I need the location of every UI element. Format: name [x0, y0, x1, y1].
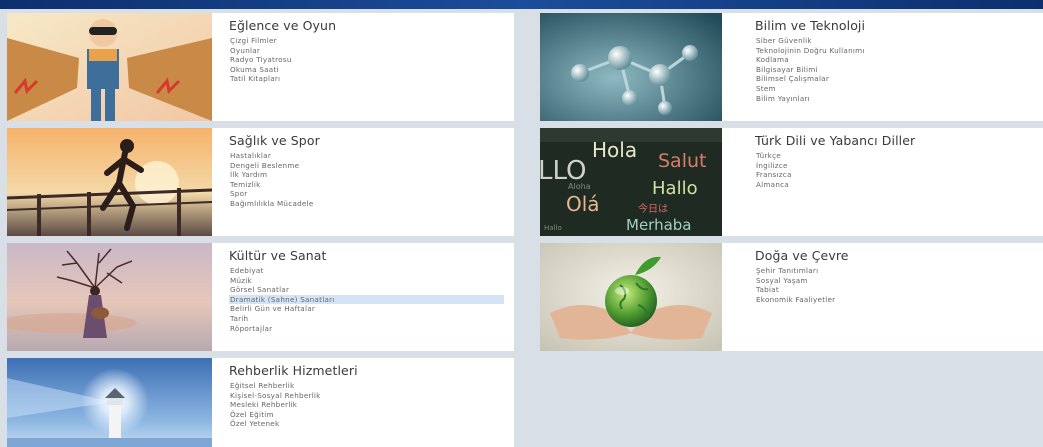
top-header-bar — [0, 0, 1043, 9]
category-link[interactable]: Teknolojinin Doğru Kullanımı — [755, 46, 1043, 56]
category-link[interactable]: Tarih — [229, 314, 506, 324]
category-link[interactable]: Okuma Saati — [229, 65, 506, 75]
greeting-words-image[interactable]: Hola Salut LLO Hallo Olá 今日は Merhaba Alo… — [540, 128, 722, 236]
category-link[interactable]: Röportajlar — [229, 324, 506, 334]
category-link-highlighted[interactable]: Dramatik (Sahne) Sanatları — [229, 294, 504, 305]
category-link[interactable]: Ekonomik Faaliyetler — [755, 295, 1043, 305]
greeting-word: Aloha — [568, 182, 591, 191]
category-card-rehberlik-hizmetleri[interactable]: Rehberlik Hizmetleri Eğitsel Rehberlik K… — [7, 358, 514, 447]
category-card-saglik-ve-spor[interactable]: Sağlık ve Spor Hastalıklar Dengeli Besle… — [7, 128, 514, 236]
category-title[interactable]: Eğlence ve Oyun — [229, 18, 506, 33]
category-link[interactable]: Kodlama — [755, 55, 1043, 65]
category-title[interactable]: Kültür ve Sanat — [229, 248, 506, 263]
category-link[interactable]: Fransızca — [755, 170, 1043, 180]
lighthouse-image[interactable] — [7, 358, 212, 447]
category-link[interactable]: Görsel Sanatlar — [229, 285, 506, 295]
category-link[interactable]: Spor — [229, 189, 506, 199]
category-title[interactable]: Doğa ve Çevre — [755, 248, 1043, 263]
category-link[interactable]: Siber Güvenlik — [755, 36, 1043, 46]
category-link[interactable]: Bilim Yayınları — [755, 94, 1043, 104]
category-link[interactable]: Özel Eğitim — [229, 410, 506, 420]
category-link[interactable]: Hastalıklar — [229, 151, 506, 161]
category-link[interactable]: Bağımlılıkla Mücadele — [229, 199, 506, 209]
category-link[interactable]: Bilimsel Çalışmalar — [755, 74, 1043, 84]
category-card-turk-dili-ve-yabanci-diller[interactable]: Hola Salut LLO Hallo Olá 今日は Merhaba Alo… — [540, 128, 1043, 236]
greeting-word: Hallo — [544, 224, 562, 232]
tree-woman-art-image[interactable] — [7, 243, 212, 351]
category-link[interactable]: Radyo Tiyatrosu — [229, 55, 506, 65]
runner-at-sunset-image[interactable] — [7, 128, 212, 236]
category-link[interactable]: Tatil Kitapları — [229, 74, 506, 84]
category-link[interactable]: Şehir Tanıtımları — [755, 266, 1043, 276]
category-link[interactable]: Müzik — [229, 276, 506, 286]
category-card-kultur-ve-sanat[interactable]: Kültür ve Sanat Edebiyat Müzik Görsel Sa… — [7, 243, 514, 351]
category-link[interactable]: Bilgisayar Bilimi — [755, 65, 1043, 75]
category-link[interactable]: Mesleki Rehberlik — [229, 400, 506, 410]
category-link[interactable]: İlk Yardım — [229, 170, 506, 180]
category-link[interactable]: Belirli Gün ve Haftalar — [229, 304, 506, 314]
category-link[interactable]: Türkçe — [755, 151, 1043, 161]
greeting-word: Olá — [566, 192, 600, 216]
greeting-word: Merhaba — [626, 216, 692, 234]
category-link[interactable]: İngilizce — [755, 161, 1043, 171]
molecule-model-image[interactable] — [540, 13, 722, 121]
greeting-word: Hola — [592, 138, 638, 162]
category-link[interactable]: Sosyal Yaşam — [755, 276, 1043, 286]
category-title[interactable]: Rehberlik Hizmetleri — [229, 363, 506, 378]
category-link[interactable]: Kişisel-Sosyal Rehberlik — [229, 391, 506, 401]
category-title[interactable]: Türk Dili ve Yabancı Diller — [755, 133, 1043, 148]
category-link[interactable]: Almanca — [755, 180, 1043, 190]
category-link[interactable]: Temizlik — [229, 180, 506, 190]
greeting-word: Hallo — [652, 178, 698, 199]
category-link[interactable]: Özel Yetenek — [229, 419, 506, 429]
category-card-eglence-ve-oyun[interactable]: Eğlence ve Oyun Çizgi Filmler Oyunlar Ra… — [7, 13, 514, 121]
category-link[interactable]: Dengeli Beslenme — [229, 161, 506, 171]
child-with-cardboard-wings-image[interactable] — [7, 13, 212, 121]
category-card-bilim-ve-teknoloji[interactable]: Bilim ve Teknoloji Siber Güvenlik Teknol… — [540, 13, 1043, 121]
greeting-word: 今日は — [638, 204, 668, 215]
category-link[interactable]: Eğitsel Rehberlik — [229, 381, 506, 391]
greeting-word: Salut — [658, 150, 707, 172]
category-link[interactable]: Stem — [755, 84, 1043, 94]
globe-in-hands-image[interactable] — [540, 243, 722, 351]
category-link[interactable]: Tabiat — [755, 285, 1043, 295]
category-link[interactable]: Oyunlar — [229, 46, 506, 56]
category-title[interactable]: Sağlık ve Spor — [229, 133, 506, 148]
category-link[interactable]: Çizgi Filmler — [229, 36, 506, 46]
category-card-doga-ve-cevre[interactable]: Doğa ve Çevre Şehir Tanıtımları Sosyal Y… — [540, 243, 1043, 351]
category-link[interactable]: Edebiyat — [229, 266, 506, 276]
category-title[interactable]: Bilim ve Teknoloji — [755, 18, 1043, 33]
